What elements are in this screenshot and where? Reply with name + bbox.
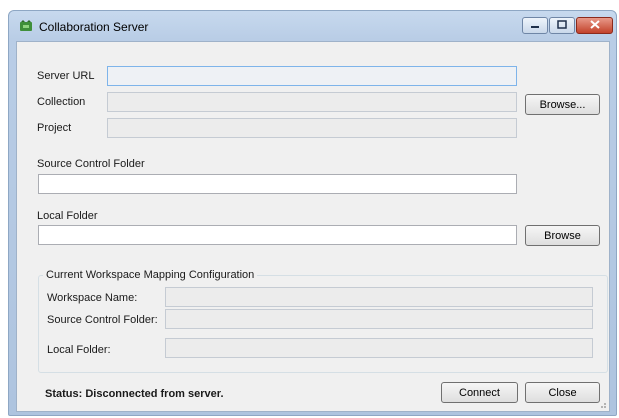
project-field[interactable] (107, 118, 517, 138)
mapping-source-control-folder-label: Source Control Folder: (47, 314, 158, 326)
server-url-field[interactable] (107, 66, 517, 86)
mapping-local-folder-label: Local Folder: (47, 344, 111, 356)
workspace-name-label: Workspace Name: (47, 292, 138, 304)
workspace-name-field[interactable] (165, 287, 593, 307)
browse-local-button[interactable]: Browse (525, 225, 600, 246)
source-control-folder-label: Source Control Folder (37, 158, 145, 170)
window-title: Collaboration Server (39, 20, 149, 34)
mapping-source-control-folder-field[interactable] (165, 309, 593, 329)
dialog-window: Collaboration Server Server URL Collecti… (8, 10, 617, 416)
close-window-button[interactable] (576, 17, 613, 34)
close-icon (589, 19, 600, 32)
collection-label: Collection (37, 96, 86, 108)
app-icon (19, 20, 33, 32)
collection-field[interactable] (107, 92, 517, 112)
local-folder-input[interactable] (38, 225, 517, 245)
title-bar[interactable]: Collaboration Server (9, 11, 616, 41)
local-folder-label: Local Folder (37, 210, 98, 222)
browse-collection-button[interactable]: Browse... (525, 94, 600, 115)
minimize-button[interactable] (522, 17, 548, 34)
source-control-folder-input[interactable] (38, 174, 517, 194)
workspace-mapping-group-title: Current Workspace Mapping Configuration (43, 269, 258, 281)
close-button[interactable]: Close (525, 382, 600, 403)
dialog-body: Server URL Collection Browse... Project … (16, 41, 610, 412)
status-text: Status: Disconnected from server. (45, 388, 224, 400)
minimize-icon (530, 20, 540, 32)
connect-button[interactable]: Connect (441, 382, 518, 403)
resize-grip-icon[interactable] (597, 399, 607, 409)
project-label: Project (37, 122, 72, 134)
maximize-icon (557, 19, 567, 32)
mapping-local-folder-field[interactable] (165, 338, 593, 358)
maximize-button[interactable] (549, 17, 575, 34)
server-url-label: Server URL (37, 70, 95, 82)
